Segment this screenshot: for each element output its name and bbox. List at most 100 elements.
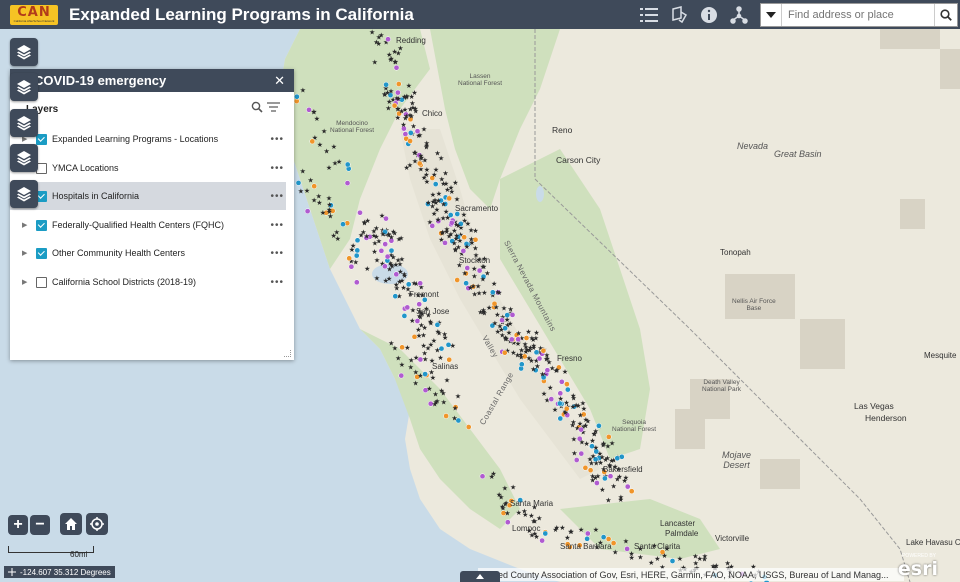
hospital-marker: ★	[365, 217, 371, 225]
hospital-marker: ★	[332, 159, 338, 167]
layers-widget-button[interactable]	[10, 109, 38, 137]
layers-icon	[17, 116, 31, 131]
share-icon[interactable]	[724, 0, 754, 29]
search-button[interactable]	[934, 3, 957, 26]
hospital-marker: ★	[395, 355, 401, 363]
can-logo[interactable]: CAN California AfterSchool Network	[10, 4, 58, 25]
hospital-marker: ★	[317, 141, 323, 149]
point-marker	[340, 221, 346, 228]
layer-checkbox[interactable]	[36, 247, 47, 259]
expand-caret-icon[interactable]: ▶	[22, 249, 30, 257]
expand-caret-icon[interactable]: ▶	[22, 221, 30, 229]
crosshair-icon[interactable]	[8, 568, 16, 576]
resize-handle[interactable]	[284, 350, 291, 357]
layer-row[interactable]: Hospitals in California •••	[10, 182, 286, 210]
hospital-marker: ★	[372, 59, 378, 67]
hospital-marker: ★	[409, 93, 415, 101]
expand-caret-icon[interactable]: ▶	[22, 278, 30, 286]
search-icon[interactable]	[251, 101, 263, 113]
hospital-marker: ★	[397, 45, 403, 53]
place-label: Sequoia National Forest	[612, 419, 657, 433]
more-options-icon[interactable]: •••	[270, 191, 284, 202]
search-input[interactable]	[782, 4, 934, 25]
layer-list-icon[interactable]	[664, 0, 694, 29]
hospital-marker: ★	[514, 351, 520, 359]
place-label: Lassen National Forest	[458, 73, 503, 87]
layers-widget-button[interactable]	[10, 180, 38, 208]
layers-widget-button[interactable]	[10, 144, 38, 172]
hospital-marker: ★	[516, 509, 522, 517]
point-marker	[573, 457, 580, 463]
coordinate-text: -124.607 35.312 Degrees	[20, 567, 111, 577]
point-marker	[442, 240, 448, 246]
hospital-marker: ★	[371, 232, 377, 240]
hospital-marker: ★	[570, 392, 576, 400]
hospital-marker: ★	[536, 514, 542, 522]
layers-widget-button[interactable]	[10, 73, 38, 101]
hospital-marker: ★	[599, 486, 605, 494]
point-marker	[600, 534, 607, 540]
layer-row[interactable]: ▶ California School Districts (2018-19) …	[10, 268, 286, 296]
home-button[interactable]	[60, 513, 82, 535]
hospital-marker: ★	[554, 366, 560, 374]
hospital-marker: ★	[702, 552, 708, 560]
point-marker	[602, 475, 608, 482]
zoom-in-button[interactable]: +	[8, 515, 28, 535]
hospital-marker: ★	[397, 260, 403, 268]
more-options-icon[interactable]: •••	[270, 163, 284, 174]
layer-checkbox[interactable]	[36, 133, 47, 145]
more-options-icon[interactable]: •••	[270, 220, 284, 231]
hospital-marker: ★	[428, 319, 434, 327]
point-marker	[557, 415, 564, 422]
esri-logo: esri	[897, 558, 938, 580]
place-label: Carson City	[556, 155, 601, 165]
hospital-marker: ★	[435, 216, 441, 224]
point-marker	[558, 378, 565, 385]
hospital-marker: ★	[510, 484, 516, 492]
hospital-marker: ★	[533, 329, 539, 337]
point-marker	[385, 36, 391, 43]
point-marker	[401, 313, 408, 319]
legend-icon[interactable]	[634, 0, 664, 29]
point-marker	[353, 252, 360, 259]
place-label: Great Basin	[774, 149, 822, 159]
point-marker	[605, 434, 612, 440]
point-marker	[605, 536, 612, 542]
place-label: Nevada	[737, 141, 769, 151]
filter-icon[interactable]	[267, 101, 280, 113]
more-options-icon[interactable]: •••	[270, 248, 284, 259]
place-label: Lompoc	[512, 524, 541, 533]
logo-subtext: California AfterSchool Network	[13, 18, 55, 23]
more-options-icon[interactable]: •••	[270, 277, 284, 288]
layer-row[interactable]: ▶ Expanded Learning Programs - Locations…	[10, 125, 286, 153]
hospital-marker: ★	[579, 439, 585, 447]
hospital-marker: ★	[593, 526, 599, 534]
layer-checkbox[interactable]	[36, 219, 47, 231]
layer-row[interactable]: YMCA Locations •••	[10, 154, 286, 182]
zoom-out-button[interactable]: −	[30, 515, 50, 535]
point-marker	[515, 336, 522, 343]
point-marker	[404, 304, 411, 311]
locate-button[interactable]	[86, 513, 108, 535]
point-marker	[508, 336, 515, 343]
more-options-icon[interactable]: •••	[270, 134, 284, 145]
hospital-marker: ★	[725, 560, 731, 568]
layers-widget-button[interactable]	[10, 38, 38, 66]
hospital-marker: ★	[493, 304, 499, 312]
layer-row[interactable]: ▶ Other Community Health Centers •••	[10, 239, 286, 267]
bottom-panel-toggle[interactable]	[460, 571, 500, 582]
hospital-marker: ★	[616, 473, 622, 481]
hospital-marker: ★	[320, 209, 326, 217]
place-label: Lancaster	[660, 519, 696, 528]
hospital-marker: ★	[593, 444, 599, 452]
hospital-marker: ★	[530, 365, 536, 373]
hospital-marker: ★	[428, 341, 434, 349]
info-icon[interactable]	[694, 0, 724, 29]
hospital-marker: ★	[472, 227, 478, 235]
hospital-marker: ★	[374, 274, 380, 282]
layer-row[interactable]: ▶ Federally-Qualified Health Centers (FQ…	[10, 211, 286, 239]
close-icon[interactable]: ✕	[274, 73, 285, 89]
search-source-dropdown[interactable]	[761, 3, 782, 26]
layer-checkbox[interactable]	[36, 276, 47, 288]
hospital-marker: ★	[523, 344, 529, 352]
